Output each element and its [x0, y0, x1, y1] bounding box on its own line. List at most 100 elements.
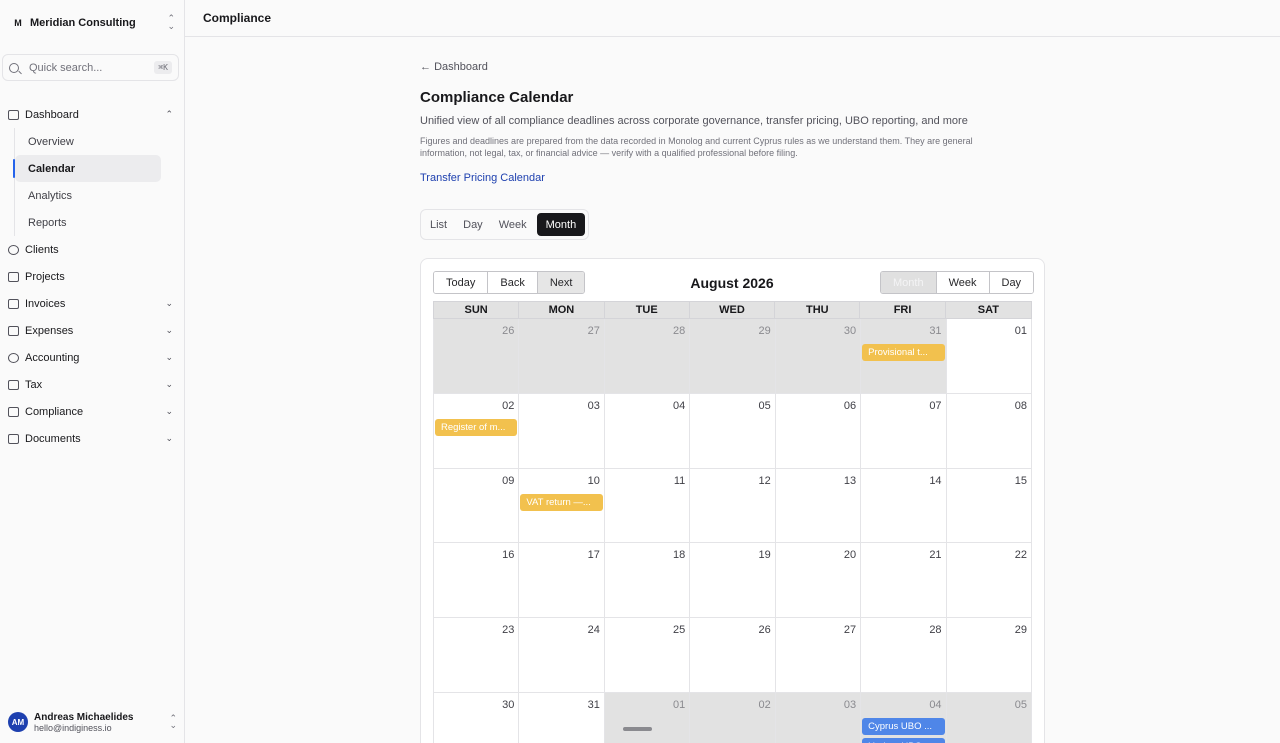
- back-link[interactable]: ← Dashboard: [420, 61, 488, 73]
- view-tab-week[interactable]: Week: [493, 213, 533, 236]
- day-number[interactable]: 12: [758, 475, 770, 487]
- sidebar-item-expenses[interactable]: Expenses ⌄: [0, 317, 185, 344]
- day-number[interactable]: 22: [1015, 549, 1027, 561]
- sidebar-item-documents[interactable]: Documents ⌄: [0, 425, 185, 452]
- calendar-day-cell[interactable]: 22: [946, 543, 1032, 618]
- day-number[interactable]: 10: [588, 475, 600, 487]
- calendar-day-cell[interactable]: 28: [604, 319, 691, 393]
- sidebar-item-dashboard[interactable]: Dashboard ⌃: [0, 101, 185, 128]
- day-number[interactable]: 19: [758, 549, 770, 561]
- day-number[interactable]: 06: [844, 400, 856, 412]
- day-number[interactable]: 28: [673, 325, 685, 337]
- day-number[interactable]: 02: [758, 699, 770, 711]
- calendar-day-cell[interactable]: 17: [519, 543, 605, 618]
- day-number[interactable]: 27: [844, 624, 856, 636]
- calendar-day-cell[interactable]: 04: [604, 393, 691, 468]
- calendar-day-cell[interactable]: 30: [775, 319, 862, 393]
- calendar-day-cell[interactable]: 04 Cyprus UBO ... Update UBO ...: [861, 692, 947, 743]
- day-number[interactable]: 11: [674, 475, 685, 487]
- sidebar-subitem-overview[interactable]: Overview: [15, 128, 185, 155]
- calendar-day-cell[interactable]: 27: [519, 319, 605, 393]
- day-number[interactable]: 15: [1015, 475, 1027, 487]
- day-number[interactable]: 14: [929, 475, 941, 487]
- day-number[interactable]: 24: [588, 624, 600, 636]
- sidebar-item-clients[interactable]: Clients: [0, 236, 185, 263]
- day-number[interactable]: 30: [844, 325, 856, 337]
- calendar-day-cell[interactable]: 02: [690, 692, 776, 743]
- sidebar-subitem-calendar[interactable]: Calendar: [13, 155, 161, 182]
- calendar-day-cell[interactable]: 26: [690, 618, 776, 692]
- calendar-day-cell[interactable]: 27: [775, 618, 862, 692]
- sidebar-subitem-analytics[interactable]: Analytics: [15, 182, 185, 209]
- view-tab-list[interactable]: List: [424, 213, 453, 236]
- view-tab-month[interactable]: Month: [536, 213, 586, 236]
- day-number[interactable]: 28: [929, 624, 941, 636]
- calendar-day-cell[interactable]: 08: [946, 393, 1032, 468]
- calendar-day-cell[interactable]: 24: [519, 618, 605, 692]
- calendar-view-day-button[interactable]: Day: [989, 272, 1034, 293]
- calendar-day-cell[interactable]: 12: [690, 468, 776, 543]
- calendar-day-cell[interactable]: 30: [434, 692, 520, 743]
- calendar-day-cell[interactable]: 10 VAT return —...: [519, 468, 605, 543]
- day-number[interactable]: 17: [588, 549, 600, 561]
- sidebar-item-accounting[interactable]: Accounting ⌄: [0, 344, 185, 371]
- calendar-day-cell[interactable]: 16: [434, 543, 520, 618]
- day-number[interactable]: 26: [502, 325, 514, 337]
- day-number[interactable]: 16: [502, 549, 514, 561]
- calendar-event[interactable]: Register of m...: [435, 418, 518, 436]
- calendar-event[interactable]: Update UBO ...: [862, 737, 945, 743]
- day-number[interactable]: 13: [844, 475, 856, 487]
- calendar-event[interactable]: Cyprus UBO ...: [862, 717, 945, 735]
- calendar-day-cell[interactable]: 03: [775, 692, 862, 743]
- day-number[interactable]: 20: [844, 549, 856, 561]
- day-number[interactable]: 27: [588, 325, 600, 337]
- sidebar-item-projects[interactable]: Projects: [0, 263, 185, 290]
- calendar-day-cell[interactable]: 06: [775, 393, 862, 468]
- calendar-day-cell[interactable]: 02 Register of m...: [434, 393, 520, 468]
- view-tab-day[interactable]: Day: [457, 213, 489, 236]
- sidebar-subitem-reports[interactable]: Reports: [15, 209, 185, 236]
- day-number[interactable]: 03: [588, 400, 600, 412]
- calendar-day-cell[interactable]: 31: [519, 692, 605, 743]
- calendar-day-cell[interactable]: 20: [775, 543, 862, 618]
- day-number[interactable]: 30: [502, 699, 514, 711]
- day-number[interactable]: 29: [758, 325, 770, 337]
- calendar-day-cell[interactable]: 23: [434, 618, 520, 692]
- calendar-day-cell[interactable]: 25: [604, 618, 691, 692]
- day-number[interactable]: 29: [1015, 624, 1027, 636]
- calendar-day-cell[interactable]: 19: [690, 543, 776, 618]
- day-number[interactable]: 09: [502, 475, 514, 487]
- calendar-view-week-button[interactable]: Week: [936, 272, 990, 293]
- calendar-day-cell[interactable]: 11: [604, 468, 691, 543]
- back-button[interactable]: Back: [488, 272, 538, 293]
- calendar-day-cell[interactable]: 05: [946, 692, 1032, 743]
- calendar-day-cell[interactable]: 14: [861, 468, 947, 543]
- calendar-day-cell[interactable]: 01: [946, 319, 1032, 393]
- day-number[interactable]: 21: [929, 549, 941, 561]
- day-number[interactable]: 01: [673, 699, 685, 711]
- next-button[interactable]: Next: [537, 272, 585, 293]
- day-number[interactable]: 05: [758, 400, 770, 412]
- workspace-switcher[interactable]: M Meridian Consulting ⌃ ⌄: [0, 0, 185, 45]
- calendar-day-cell[interactable]: 31 Provisional t...: [861, 319, 947, 393]
- scroll-indicator[interactable]: [623, 727, 652, 731]
- day-number[interactable]: 07: [929, 400, 941, 412]
- day-number[interactable]: 03: [844, 699, 856, 711]
- calendar-day-cell[interactable]: 09: [434, 468, 520, 543]
- calendar-view-month-button[interactable]: Month: [881, 272, 937, 293]
- calendar-day-cell[interactable]: 26: [434, 319, 520, 393]
- calendar-day-cell[interactable]: 01: [604, 692, 691, 743]
- day-number[interactable]: 18: [673, 549, 685, 561]
- transfer-pricing-link[interactable]: Transfer Pricing Calendar: [420, 172, 545, 184]
- day-number[interactable]: 31: [588, 699, 600, 711]
- today-button[interactable]: Today: [434, 272, 489, 293]
- user-menu[interactable]: AM Andreas Michaelides hello@indiginess.…: [0, 706, 185, 738]
- quick-search[interactable]: Quick search... ⌘K: [2, 54, 179, 81]
- day-number[interactable]: 23: [502, 624, 514, 636]
- calendar-event[interactable]: VAT return —...: [520, 493, 603, 511]
- day-number[interactable]: 05: [1015, 699, 1027, 711]
- day-number[interactable]: 25: [673, 624, 685, 636]
- calendar-day-cell[interactable]: 29: [690, 319, 776, 393]
- day-number[interactable]: 08: [1015, 400, 1027, 412]
- day-number[interactable]: 31: [929, 325, 941, 337]
